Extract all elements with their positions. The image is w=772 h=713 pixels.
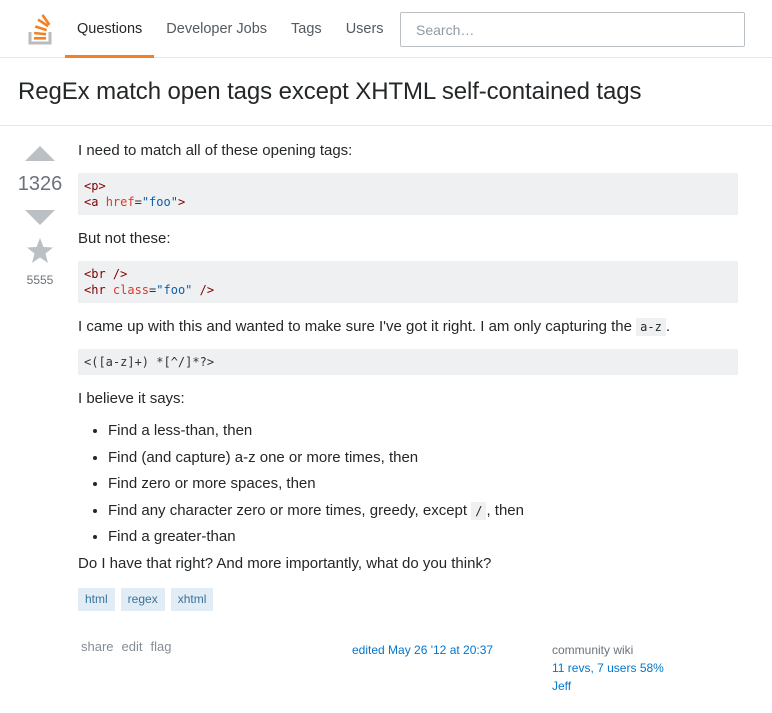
nav-questions[interactable]: Questions [65,0,155,58]
flag-link[interactable]: flag [151,639,172,654]
post-body: I need to match all of these opening tag… [78,140,738,611]
community-wiki-label: community wiki [552,643,634,657]
user-link[interactable]: Jeff [552,677,664,695]
question-title[interactable]: RegEx match open tags except XHTML self-… [18,78,641,106]
search-input[interactable] [400,12,745,47]
main-nav: Questions Developer Jobs Tags Users [65,0,396,58]
explanation-list: Find a less-than, then Find (and capture… [78,421,738,547]
code-token: <p> [84,179,106,193]
post-menu: share edit flag [81,639,171,654]
code-token: <br /> [84,267,128,281]
inline-code: / [471,501,487,520]
tag-list: html regex xhtml [78,588,738,611]
star-icon[interactable] [25,236,55,266]
list-item: Find zero or more spaces, then [108,474,738,494]
code-string: "foo" [141,195,178,209]
code-attr: href [105,195,135,209]
favorite-count: 5555 [26,273,54,287]
regex-text: <([a-z]+) *[^/]*?> [84,355,215,369]
code-token: = [134,195,142,209]
tag-xhtml[interactable]: xhtml [170,588,214,611]
code-block-opening-tags: <p> <a href="foo"> [78,173,738,215]
came-up-sentence: I came up with this and wanted to make s… [78,318,632,335]
list-item: Find a less-than, then [108,421,738,441]
intro-text: I need to match all of these opening tag… [78,142,353,159]
code-token: <hr [84,283,113,297]
list-item: Find any character zero or more times, g… [108,501,738,521]
vote-down-icon[interactable] [25,210,55,225]
but-not-text: But not these: [78,230,171,247]
regex-code-block: <([a-z]+) *[^/]*?> [78,349,738,375]
code-string: "foo" [156,283,193,297]
revisions-link[interactable]: 11 revs, 7 users 58% [552,659,664,677]
edited-link[interactable]: edited May 26 '12 at 20:37 [352,643,493,657]
vote-count: 1326 [17,173,63,195]
believe-text: I believe it says: [78,390,185,407]
came-up-text: I came up with this and wanted to make s… [78,317,738,337]
nav-developer-jobs[interactable]: Developer Jobs [154,0,279,58]
code-token: > [177,195,186,209]
title-divider [0,125,772,126]
code-token: /> [192,283,215,297]
code-attr: class [112,283,150,297]
came-up-period: . [665,318,671,335]
share-link[interactable]: share [81,639,114,654]
nav-tags[interactable]: Tags [279,0,334,58]
list-item-text: Find any character zero or more times, g… [108,501,468,519]
code-block-self-closing-tags: <br /> <hr class="foo" /> [78,261,738,303]
list-item-end: , then [486,501,524,519]
stackoverflow-logo-icon[interactable] [28,13,54,45]
nav-users[interactable]: Users [334,0,396,58]
list-item: Find a greater-than [108,527,738,547]
vote-up-icon[interactable] [25,146,55,161]
code-token: <a [84,195,106,209]
inline-code: a-z [636,318,666,336]
closing-text: Do I have that right? And more important… [78,555,492,572]
top-bar: Questions Developer Jobs Tags Users [0,0,772,58]
owner-signature: community wiki 11 revs, 7 users 58% Jeff [552,641,664,695]
list-item-text: Find zero or more spaces, then [108,475,316,492]
list-item: Find (and capture) a-z one or more times… [108,448,738,468]
list-item-text: Find a greater-than [108,528,236,545]
list-item-text: Find (and capture) a-z one or more times… [108,448,419,466]
tag-regex[interactable]: regex [120,588,165,611]
edit-link[interactable]: edit [122,639,143,654]
tag-html[interactable]: html [78,588,115,611]
list-item-text: Find a less-than, then [108,422,253,439]
